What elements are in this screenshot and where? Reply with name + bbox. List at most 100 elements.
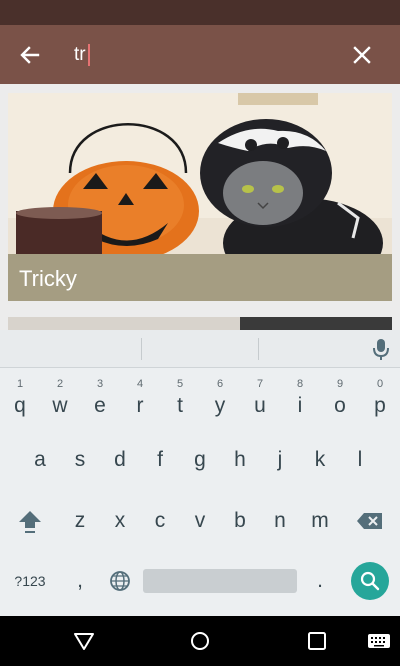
key-c[interactable]: c [140, 493, 180, 549]
key-q[interactable]: 1q [0, 374, 40, 430]
key-label: ?123 [14, 573, 46, 589]
key-v[interactable]: v [180, 493, 220, 549]
key-label: i [297, 394, 303, 417]
globe-icon [110, 571, 130, 591]
key-k[interactable]: k [300, 432, 340, 488]
key-label: g [194, 448, 206, 471]
key-label: y [214, 394, 226, 417]
language-key[interactable] [100, 553, 140, 609]
search-input[interactable] [74, 43, 314, 67]
shift-icon [19, 511, 41, 533]
comma-key[interactable]: , [60, 553, 100, 609]
key-hint: 4 [136, 378, 144, 390]
system-navigation-bar [0, 616, 400, 666]
backspace-key[interactable] [348, 493, 392, 549]
key-label: v [194, 509, 206, 532]
key-label: . [317, 569, 323, 592]
shift-key[interactable] [8, 493, 52, 549]
key-hint: 8 [296, 378, 304, 390]
status-bar [0, 0, 400, 25]
key-label: s [74, 448, 86, 471]
results-list: Tricky [0, 84, 400, 330]
key-label: o [334, 394, 346, 417]
key-b[interactable]: b [220, 493, 260, 549]
key-label: l [357, 448, 363, 471]
key-z[interactable]: z [60, 493, 100, 549]
key-label: x [114, 509, 126, 532]
key-label: j [277, 448, 283, 471]
key-r[interactable]: 4r [120, 374, 160, 430]
key-w[interactable]: 2w [40, 374, 80, 430]
nav-home-circle-icon[interactable] [188, 629, 212, 653]
nav-recents-square-icon[interactable] [305, 629, 329, 653]
key-hint: 5 [176, 378, 184, 390]
result-photo [240, 317, 392, 330]
key-label: f [157, 448, 163, 471]
key-label: q [14, 394, 26, 417]
key-p[interactable]: 0p [360, 374, 400, 430]
key-label: , [77, 569, 83, 592]
period-key[interactable]: . [300, 553, 340, 609]
search-key[interactable] [351, 562, 389, 600]
key-n[interactable]: n [260, 493, 300, 549]
key-t[interactable]: 5t [160, 374, 200, 430]
key-label: e [94, 394, 106, 417]
key-g[interactable]: g [180, 432, 220, 488]
key-hint: 1 [16, 378, 24, 390]
on-screen-keyboard: 1q 2w 3e 4r 5t 6y 7u 8i 9o 0p a s d f g … [0, 330, 400, 616]
search-app-bar [0, 25, 400, 84]
key-label: n [274, 509, 286, 532]
space-bar[interactable] [143, 569, 297, 593]
nav-back-triangle-icon[interactable] [72, 629, 96, 653]
key-x[interactable]: x [100, 493, 140, 549]
key-hint: 7 [256, 378, 264, 390]
key-label: t [177, 394, 183, 417]
suggestion-divider [258, 338, 259, 360]
key-i[interactable]: 8i [280, 374, 320, 430]
key-j[interactable]: j [260, 432, 300, 488]
search-field[interactable] [74, 43, 314, 67]
key-label: a [34, 448, 46, 471]
key-label: m [311, 509, 329, 532]
mic-icon[interactable] [370, 337, 392, 361]
key-m[interactable]: m [300, 493, 340, 549]
close-icon[interactable] [346, 39, 378, 71]
key-label: z [74, 509, 86, 532]
keyboard-switcher-icon[interactable] [366, 629, 392, 653]
key-a[interactable]: a [20, 432, 60, 488]
key-d[interactable]: d [100, 432, 140, 488]
key-u[interactable]: 7u [240, 374, 280, 430]
key-label: k [314, 448, 326, 471]
key-label: b [234, 509, 246, 532]
search-icon [360, 571, 380, 591]
key-hint: 3 [96, 378, 104, 390]
key-hint: 2 [56, 378, 64, 390]
suggestion-strip [0, 330, 400, 368]
key-label: d [114, 448, 126, 471]
result-caption-bar: Tricky [8, 254, 392, 301]
symbols-key[interactable]: ?123 [6, 553, 54, 609]
result-photo [8, 93, 392, 254]
key-label: p [374, 394, 386, 417]
arrow-back-icon[interactable] [14, 39, 46, 71]
key-hint: 6 [216, 378, 224, 390]
key-l[interactable]: l [340, 432, 380, 488]
result-card[interactable]: Tricky [8, 93, 392, 301]
result-title: Tricky [19, 266, 77, 291]
key-label: w [52, 394, 68, 417]
result-card[interactable] [8, 317, 392, 330]
key-h[interactable]: h [220, 432, 260, 488]
key-s[interactable]: s [60, 432, 100, 488]
key-label: u [254, 394, 266, 417]
key-y[interactable]: 6y [200, 374, 240, 430]
suggestion-divider [141, 338, 142, 360]
key-e[interactable]: 3e [80, 374, 120, 430]
key-hint: 9 [336, 378, 344, 390]
key-f[interactable]: f [140, 432, 180, 488]
key-o[interactable]: 9o [320, 374, 360, 430]
text-cursor [88, 44, 90, 66]
key-label: h [234, 448, 246, 471]
key-hint: 0 [376, 378, 384, 390]
key-label: c [154, 509, 166, 532]
key-label: r [136, 394, 144, 417]
